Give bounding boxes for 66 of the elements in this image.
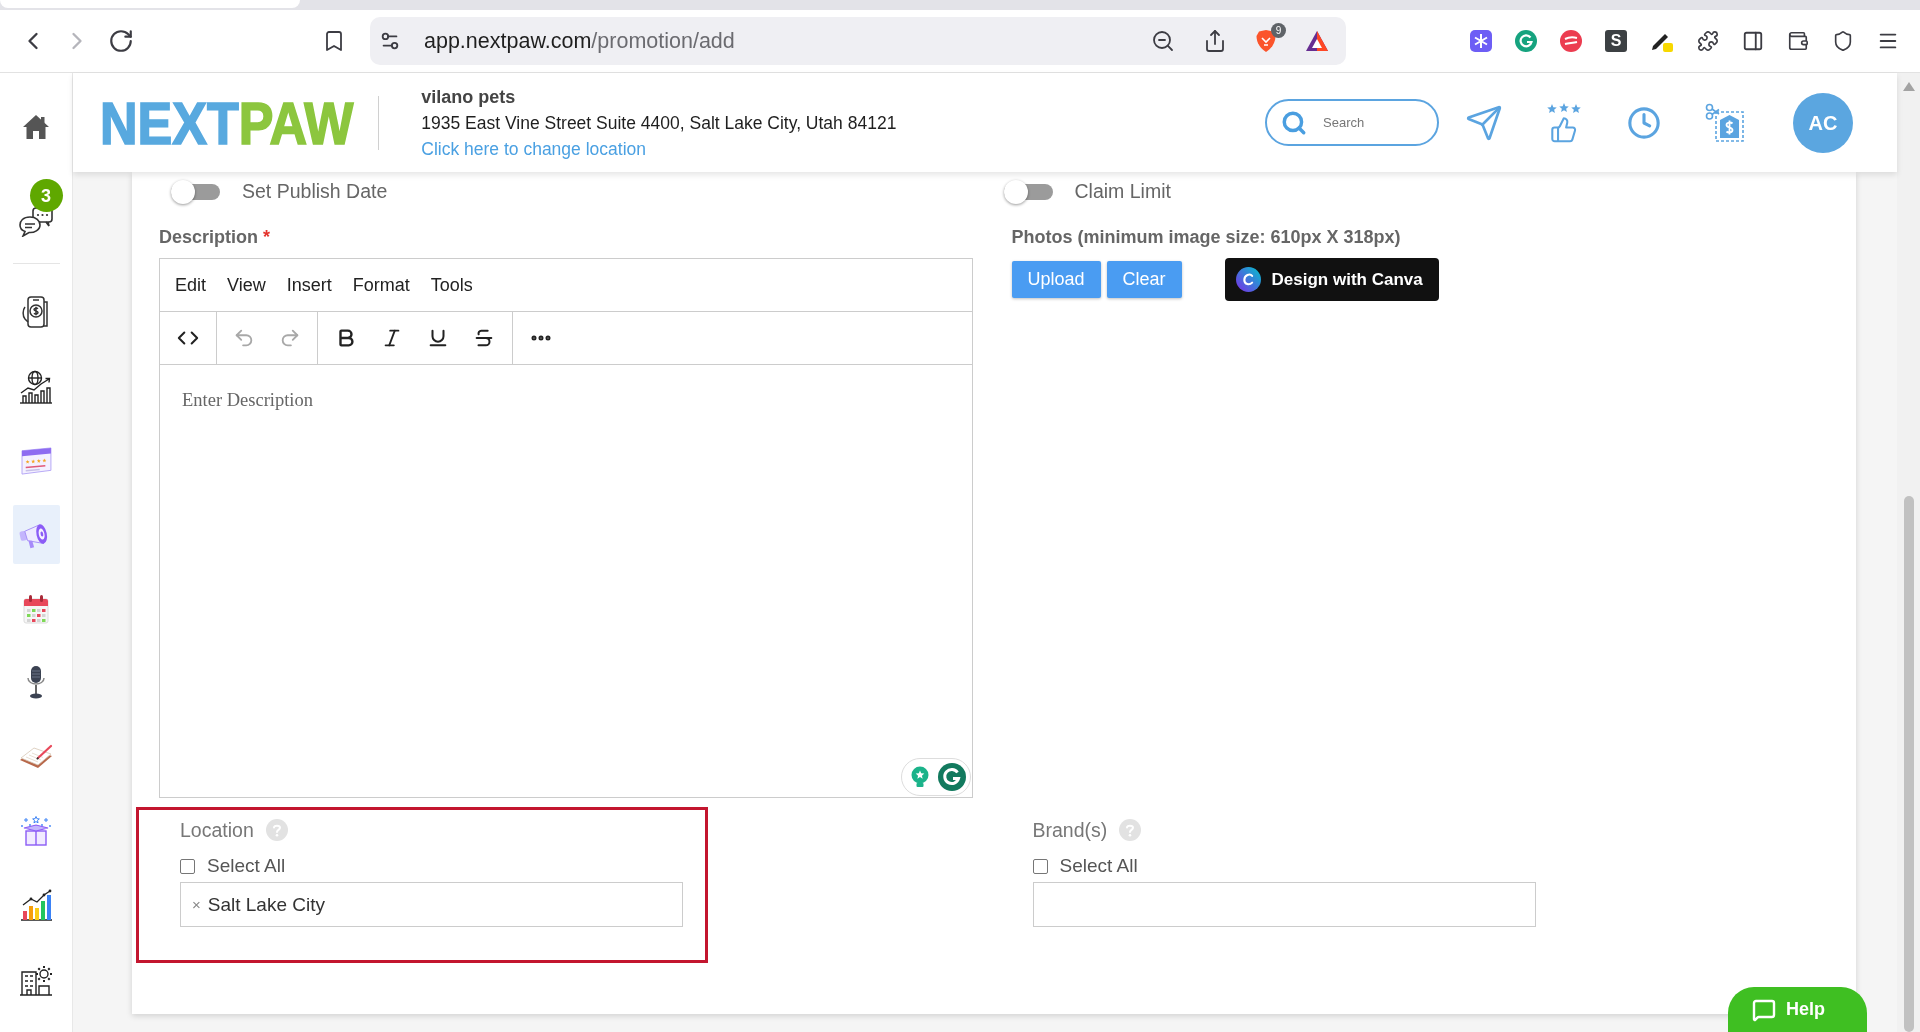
zoom-out-icon[interactable] — [1151, 29, 1175, 53]
location-tag: Salt Lake City — [207, 890, 325, 919]
remove-tag-button[interactable]: × — [192, 897, 201, 913]
paper-plane-icon[interactable] — [1465, 103, 1503, 142]
notification-badge: 9 — [1271, 23, 1286, 38]
browser-window-icon — [19, 446, 53, 475]
search-field[interactable]: Search — [1265, 99, 1439, 146]
striped-circle-icon[interactable] — [1560, 30, 1582, 52]
notebook-pencil-icon — [18, 743, 54, 770]
menu-item[interactable]: Insert — [286, 271, 332, 299]
g-circle-icon[interactable] — [1515, 30, 1537, 52]
toggle-label: Set Publish Date — [242, 179, 388, 204]
toggle-switch[interactable] — [1003, 179, 1053, 204]
editor-field[interactable]: Enter Description — [160, 365, 972, 798]
store-name: vilano pets — [421, 85, 517, 109]
gift-box-icon — [19, 813, 53, 848]
coupon-dollar-icon[interactable] — [1705, 102, 1745, 143]
url-text: app.nextpaw.com/promotion/add — [424, 27, 735, 55]
checkbox[interactable] — [1032, 858, 1048, 874]
asterisk-icon[interactable] — [1470, 30, 1492, 52]
writing-assistant-widget[interactable] — [901, 758, 971, 797]
microphone-icon — [26, 664, 46, 701]
reload-icon[interactable] — [108, 28, 134, 54]
sliders-icon[interactable] — [379, 30, 401, 52]
checkbox-label: Select All — [1059, 854, 1138, 878]
bar-chart-icon — [19, 888, 53, 921]
checkbox[interactable] — [180, 858, 195, 874]
checkbox-label: Select All — [207, 854, 286, 878]
canva-button[interactable]: Design with Canva — [1224, 257, 1439, 301]
menu-item[interactable]: Format — [352, 271, 410, 299]
shield-icon[interactable] — [1832, 30, 1854, 52]
chat-bubble-icon — [1752, 997, 1776, 1022]
menu-item[interactable]: Edit — [175, 271, 207, 299]
store-address: 1935 East Vine Street Suite 4400, Salt Lake City, Utah 84121 — [421, 111, 897, 135]
phone-coin-icon — [21, 295, 51, 330]
location-field[interactable]: × Salt Lake City — [180, 882, 683, 928]
thumbs-up-stars-icon[interactable] — [1544, 102, 1584, 143]
search-icon[interactable] — [1281, 109, 1307, 136]
brands-field[interactable] — [1032, 882, 1536, 928]
toggle-label: Claim Limit — [1074, 179, 1171, 204]
g-circle-icon[interactable] — [937, 763, 966, 792]
share-icon[interactable] — [1203, 29, 1227, 53]
shield-icon[interactable] — [1255, 29, 1277, 53]
clock-icon[interactable] — [1627, 105, 1661, 140]
field-label: Description * — [159, 225, 271, 249]
menu-item[interactable]: Tools — [430, 271, 473, 299]
triangle-icon[interactable] — [1305, 30, 1329, 52]
editor-placeholder: Enter Description — [182, 390, 313, 411]
letter-extension-button[interactable]: S — [1605, 30, 1627, 52]
search-input[interactable]: Search — [1323, 112, 1423, 133]
c-circle-icon — [1235, 266, 1261, 292]
menu-item[interactable]: View — [227, 271, 266, 299]
scrollbar[interactable] — [1897, 73, 1920, 1032]
scrollbar-thumb[interactable] — [1903, 496, 1914, 1032]
toggle-switch[interactable] — [171, 179, 220, 204]
field-label: Brand(s) — [1032, 817, 1108, 843]
field-label: Photos (minimum image size: 610px X 318px) — [1011, 225, 1401, 249]
globe-bar-chart-icon — [18, 369, 54, 404]
wallet-icon[interactable] — [1787, 30, 1809, 52]
sidebar-panel-icon[interactable] — [1742, 30, 1764, 52]
calendar-icon — [21, 592, 51, 625]
field-label: Location — [180, 817, 254, 843]
address-bar[interactable]: app.nextpaw.com/promotion/add 9 — [370, 17, 1346, 65]
notification-badge: 3 — [29, 179, 63, 212]
puzzle-icon[interactable] — [1697, 30, 1719, 52]
home-icon — [22, 114, 50, 140]
